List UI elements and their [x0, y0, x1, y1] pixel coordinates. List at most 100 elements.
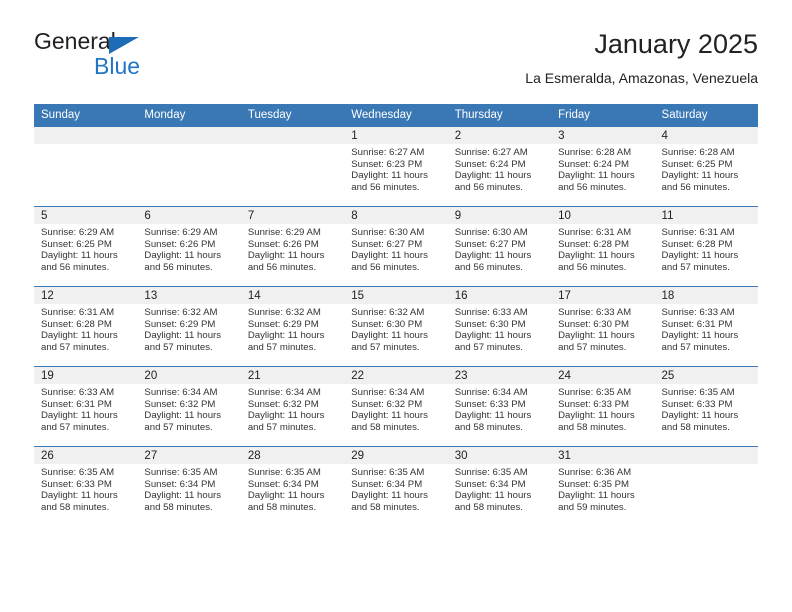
day-details: Sunrise: 6:29 AM Sunset: 6:26 PM Daylight:… [137, 224, 240, 273]
sunrise-text: Sunrise: 6:33 AM [558, 307, 632, 318]
sunrise-text: Sunrise: 6:33 AM [661, 307, 735, 318]
day-number: 12 [34, 287, 138, 304]
day-number: 10 [551, 207, 655, 224]
calendar-day-cell[interactable]: 14 Sunrise: 6:32 AM Sunset: 6:29 PM Dayligh… [240, 286, 345, 367]
daylight-text-line2: and 57 minutes. [144, 421, 213, 433]
sunset-text: Sunset: 6:33 PM [454, 398, 526, 410]
daylight-text-line1: Daylight: 11 hours [454, 410, 532, 422]
sunset-text: Sunset: 6:32 PM [247, 398, 319, 410]
day-number: 18 [654, 287, 758, 304]
day-number: 13 [137, 287, 241, 304]
calendar-day-cell[interactable]: 10 Sunrise: 6:31 AM Sunset: 6:28 PM Dayligh… [551, 206, 655, 287]
calendar-day-cell[interactable]: 2 Sunrise: 6:27 AM Sunset: 6:24 PM Daylight… [447, 126, 552, 207]
day-details: Sunrise: 6:35 AM Sunset: 6:33 PM Daylight:… [551, 384, 654, 433]
day-number: 21 [240, 367, 345, 384]
sunset-text: Sunset: 6:29 PM [247, 318, 319, 330]
daylight-text-line1: Daylight: 11 hours [661, 410, 739, 422]
daylight-text-line1: Daylight: 11 hours [351, 250, 428, 262]
daylight-text-line2: and 57 minutes. [661, 261, 730, 273]
sunset-text: Sunset: 6:30 PM [454, 318, 526, 330]
sunset-text: Sunset: 6:25 PM [661, 158, 733, 170]
sunrise-text: Sunrise: 6:32 AM [144, 307, 218, 318]
day-details: Sunrise: 6:33 AM Sunset: 6:30 PM Daylight:… [448, 304, 551, 353]
calendar-day-cell[interactable]: 11 Sunrise: 6:31 AM Sunset: 6:28 PM Dayligh… [654, 206, 758, 287]
day-number: 8 [344, 207, 448, 224]
day-number: 4 [654, 127, 758, 144]
day-number: 16 [447, 287, 552, 304]
daylight-text-line2: and 57 minutes. [351, 341, 420, 353]
calendar-day-cell[interactable]: 4 Sunrise: 6:28 AM Sunset: 6:25 PM Daylight… [654, 126, 758, 207]
day-details: Sunrise: 6:34 AM Sunset: 6:33 PM Daylight:… [448, 384, 551, 433]
sunset-text: Sunset: 6:27 PM [454, 238, 526, 250]
daylight-text-line2: and 56 minutes. [247, 261, 317, 273]
calendar-day-cell[interactable]: 1 Sunrise: 6:27 AM Sunset: 6:23 PM Daylight… [344, 126, 448, 207]
calendar-day-cell[interactable]: 23 Sunrise: 6:34 AM Sunset: 6:33 PM Dayligh… [447, 366, 552, 447]
sunset-text: Sunset: 6:26 PM [247, 238, 319, 250]
calendar-day-cell[interactable]: 16 Sunrise: 6:33 AM Sunset: 6:30 PM Dayligh… [447, 286, 552, 367]
sunrise-text: Sunrise: 6:34 AM [144, 387, 218, 398]
calendar-day-cell[interactable]: 24 Sunrise: 6:35 AM Sunset: 6:33 PM Dayligh… [551, 366, 655, 447]
day-details: Sunrise: 6:28 AM Sunset: 6:25 PM Daylight:… [655, 144, 758, 193]
day-details: Sunrise: 6:34 AM Sunset: 6:32 PM Daylight:… [241, 384, 344, 433]
calendar-day-cell[interactable]: 21 Sunrise: 6:34 AM Sunset: 6:32 PM Dayligh… [240, 366, 345, 447]
calendar-day-cell[interactable]: 19 Sunrise: 6:33 AM Sunset: 6:31 PM Dayligh… [34, 366, 138, 447]
daylight-text-line2: and 57 minutes. [247, 341, 317, 353]
general-blue-logo[interactable]: General Blue [34, 28, 234, 88]
calendar-day-cell[interactable]: 22 Sunrise: 6:34 AM Sunset: 6:32 PM Dayligh… [344, 366, 448, 447]
calendar-day-cell[interactable]: 27 Sunrise: 6:35 AM Sunset: 6:34 PM Dayligh… [137, 446, 241, 526]
day-details: Sunrise: 6:30 AM Sunset: 6:27 PM Daylight:… [344, 224, 447, 273]
calendar-day-cell[interactable]: 8 Sunrise: 6:30 AM Sunset: 6:27 PM Daylight… [344, 206, 448, 287]
sunrise-text: Sunrise: 6:35 AM [661, 387, 735, 398]
daylight-text-line1: Daylight: 11 hours [41, 330, 118, 342]
day-number: 31 [551, 447, 655, 464]
daylight-text-line2: and 56 minutes. [454, 181, 523, 193]
day-number: 28 [240, 447, 345, 464]
day-details: Sunrise: 6:35 AM Sunset: 6:34 PM Daylight:… [344, 464, 447, 513]
calendar-day-cell[interactable]: 3 Sunrise: 6:28 AM Sunset: 6:24 PM Daylight… [551, 126, 655, 207]
calendar-day-cell[interactable]: 13 Sunrise: 6:32 AM Sunset: 6:29 PM Dayligh… [137, 286, 241, 367]
day-number-bar [137, 127, 241, 144]
daylight-text-line1: Daylight: 11 hours [351, 170, 428, 182]
calendar-day-cell[interactable]: 31 Sunrise: 6:36 AM Sunset: 6:35 PM Dayligh… [551, 446, 655, 526]
calendar-day-cell[interactable]: 17 Sunrise: 6:33 AM Sunset: 6:30 PM Dayligh… [551, 286, 655, 367]
daylight-text-line1: Daylight: 11 hours [454, 490, 532, 502]
sunset-text: Sunset: 6:34 PM [351, 478, 423, 490]
page-header: General Blue January 2025 La Esmeralda, … [34, 28, 758, 98]
sunset-text: Sunset: 6:23 PM [351, 158, 423, 170]
daylight-text-line1: Daylight: 11 hours [558, 410, 635, 422]
calendar-day-cell[interactable]: 7 Sunrise: 6:29 AM Sunset: 6:26 PM Daylight… [240, 206, 345, 287]
calendar-day-cell[interactable]: 9 Sunrise: 6:30 AM Sunset: 6:27 PM Daylight… [447, 206, 552, 287]
daylight-text-line1: Daylight: 11 hours [247, 250, 325, 262]
calendar-day-cell[interactable]: 30 Sunrise: 6:35 AM Sunset: 6:34 PM Dayligh… [447, 446, 552, 526]
day-details: Sunrise: 6:28 AM Sunset: 6:24 PM Daylight:… [551, 144, 654, 193]
sunset-text: Sunset: 6:24 PM [454, 158, 526, 170]
calendar-day-cell[interactable]: 25 Sunrise: 6:35 AM Sunset: 6:33 PM Dayligh… [654, 366, 758, 447]
calendar-day-cell[interactable]: 20 Sunrise: 6:34 AM Sunset: 6:32 PM Dayligh… [137, 366, 241, 447]
sunset-text: Sunset: 6:34 PM [454, 478, 526, 490]
sunset-text: Sunset: 6:31 PM [41, 398, 112, 410]
sunrise-text: Sunrise: 6:30 AM [351, 227, 425, 238]
calendar-day-cell[interactable]: 29 Sunrise: 6:35 AM Sunset: 6:34 PM Dayligh… [344, 446, 448, 526]
daylight-text-line2: and 59 minutes. [558, 501, 627, 513]
sunset-text: Sunset: 6:24 PM [558, 158, 630, 170]
calendar-day-cell[interactable]: 26 Sunrise: 6:35 AM Sunset: 6:33 PM Dayligh… [34, 446, 138, 526]
day-number-bar [240, 127, 345, 144]
weekday-header-monday: Monday [137, 104, 241, 127]
daylight-text-line2: and 58 minutes. [351, 501, 420, 513]
calendar-day-cell[interactable]: 15 Sunrise: 6:32 AM Sunset: 6:30 PM Dayligh… [344, 286, 448, 367]
daylight-text-line1: Daylight: 11 hours [247, 410, 325, 422]
daylight-text-line1: Daylight: 11 hours [351, 490, 428, 502]
daylight-text-line1: Daylight: 11 hours [351, 410, 428, 422]
sunrise-text: Sunrise: 6:31 AM [661, 227, 735, 238]
calendar-day-cell[interactable]: 18 Sunrise: 6:33 AM Sunset: 6:31 PM Dayligh… [654, 286, 758, 367]
calendar-day-cell[interactable]: 5 Sunrise: 6:29 AM Sunset: 6:25 PM Daylight… [34, 206, 138, 287]
sunset-text: Sunset: 6:28 PM [41, 318, 112, 330]
calendar-day-cell[interactable]: 28 Sunrise: 6:35 AM Sunset: 6:34 PM Dayligh… [240, 446, 345, 526]
calendar-day-cell[interactable]: 6 Sunrise: 6:29 AM Sunset: 6:26 PM Daylight… [137, 206, 241, 287]
day-details: Sunrise: 6:32 AM Sunset: 6:29 PM Daylight:… [137, 304, 240, 353]
sunrise-text: Sunrise: 6:29 AM [144, 227, 218, 238]
daylight-text-line2: and 56 minutes. [454, 261, 523, 273]
sunrise-text: Sunrise: 6:34 AM [247, 387, 321, 398]
calendar-day-cell[interactable]: 12 Sunrise: 6:31 AM Sunset: 6:28 PM Dayligh… [34, 286, 138, 367]
sunset-text: Sunset: 6:33 PM [558, 398, 630, 410]
